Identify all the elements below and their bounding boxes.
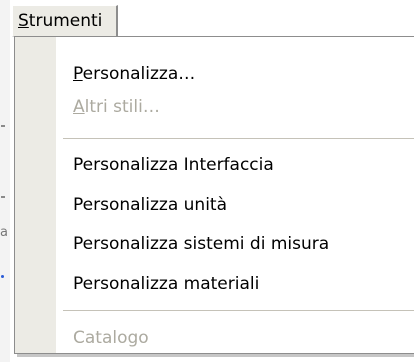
menu-item-catalogo: Catalogo (73, 328, 149, 348)
menu-item-mnemonic: P (73, 64, 83, 84)
strumenti-dropdown: Personalizza… Altri stili… Personalizza … (14, 36, 414, 354)
menu-strumenti[interactable]: Strumenti (12, 5, 118, 37)
menu-item-personalizza-sistemi-di-misura[interactable]: Personalizza sistemi di misura (73, 229, 329, 259)
menu-item-mnemonic: A (73, 97, 85, 117)
background-fragment (1, 196, 5, 198)
menu-item-altri-stili: Altri stili… (73, 92, 160, 122)
menu-separator (63, 310, 414, 311)
background-window-edge (0, 0, 10, 362)
menu-icon-gutter (15, 37, 56, 353)
menu-item-personalizza[interactable]: Personalizza… (73, 59, 195, 89)
menu-item-label: ltri stili… (84, 97, 160, 117)
background-fragment (1, 125, 5, 127)
background-fragment (1, 275, 4, 278)
menu-item-personalizza-unita[interactable]: Personalizza unità (73, 190, 227, 220)
background-fragment: a (0, 225, 8, 240)
menu-strumenti-label: trumenti (28, 11, 103, 31)
menu-strumenti-mnemonic: S (18, 11, 29, 31)
menu-separator (63, 138, 414, 139)
menu-item-personalizza-materiali[interactable]: Personalizza materiali (73, 269, 259, 299)
menu-item-label: ersonalizza… (82, 64, 196, 84)
menu-item-personalizza-interfaccia[interactable]: Personalizza Interfaccia (73, 150, 274, 180)
